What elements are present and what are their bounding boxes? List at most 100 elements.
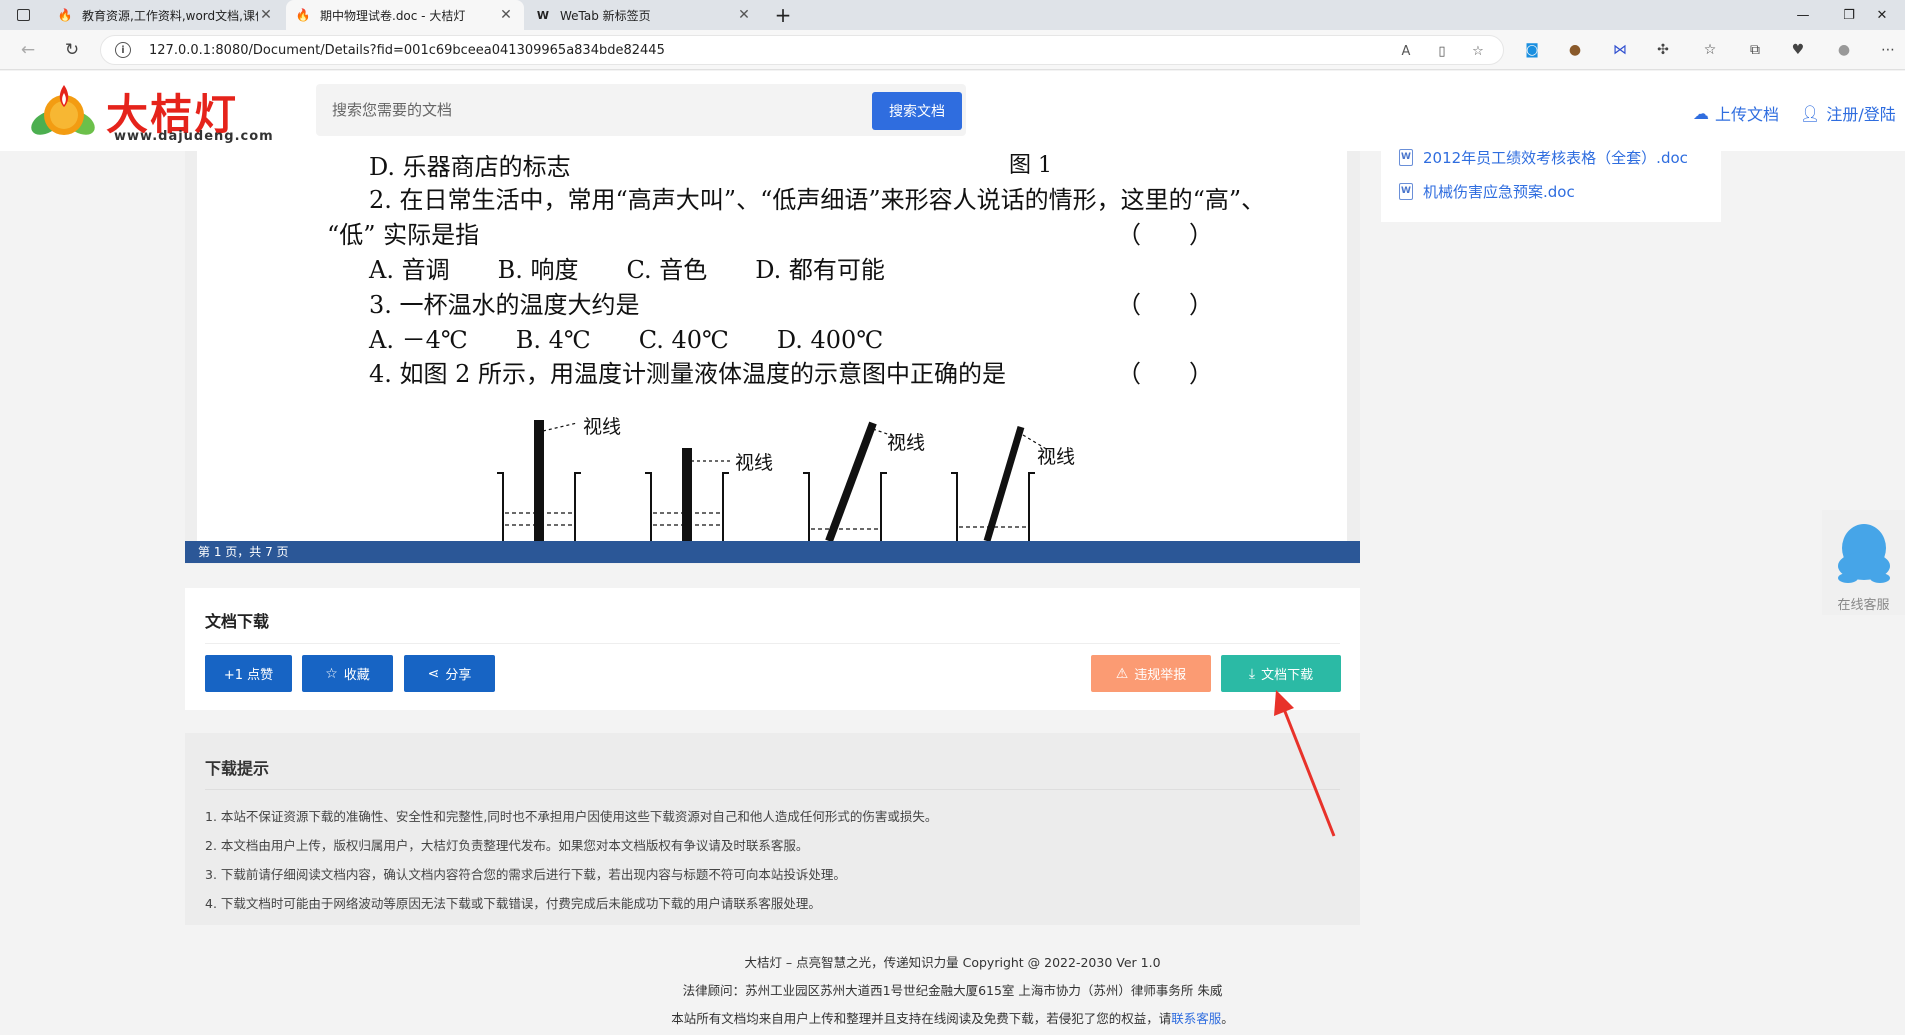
contact-service-link[interactable]: 联系客服 <box>1171 1011 1221 1026</box>
doc-line: “低” 实际是指 <box>327 221 480 249</box>
add-favorite-icon[interactable]: ☆ <box>1469 42 1487 60</box>
search-box: 搜索文档 <box>316 84 966 136</box>
close-icon[interactable]: ✕ <box>498 7 514 23</box>
login-link-label: 注册/登陆 <box>1826 105 1896 124</box>
related-docs-panel: W 2012年员工绩效考核表格（全套）.doc W 机械伤害应急预案.doc <box>1381 140 1721 222</box>
upload-link[interactable]: ☁ 上传文档 <box>1693 101 1779 125</box>
footer-legal: 法律顾问：苏州工业园区苏州大道西1号世纪金融大厦615室 上海市协力（苏州）律师… <box>682 983 1223 998</box>
reader-view-icon[interactable]: ▯ <box>1433 42 1451 60</box>
doc-line: A. 音调 B. 响度 C. 音色 D. 都有可能 <box>369 256 885 284</box>
footer-copyright: 大桔灯 – 点亮智慧之光，传递知识力量 Copyright @ 2022-203… <box>744 955 1161 970</box>
tab-actions-button[interactable] <box>0 0 46 30</box>
favicon-icon: 🔥 <box>295 8 311 22</box>
close-window-button[interactable]: ✕ <box>1859 0 1905 30</box>
doc-line: 4. 如图 2 所示，用温度计测量液体温度的示意图中正确的是 <box>369 360 1007 388</box>
site-header: 大桔灯 www.dajudeng.com 搜索文档 ☁ 上传文档 👤︎ 注册/登… <box>0 71 1905 151</box>
back-button[interactable]: ← <box>14 36 42 64</box>
doc-line: 3. 一杯温水的温度大约是 <box>369 291 640 319</box>
tab-title: 教育资源,工作资料,word文档,课件 <box>82 8 258 23</box>
share-button[interactable]: ⋖ 分享 <box>404 655 495 692</box>
performance-icon[interactable]: ♥ <box>1788 40 1808 60</box>
translate-extension-icon[interactable]: ◙ <box>1522 40 1542 60</box>
close-window-icon: ✕ <box>1876 7 1888 23</box>
online-service-label: 在线客服 <box>1837 598 1890 613</box>
tab-title: WeTab 新标签页 <box>560 8 651 23</box>
related-doc-item[interactable]: W 2012年员工绩效考核表格（全套）.doc <box>1399 146 1688 168</box>
diagram-label: 视线 <box>583 416 621 438</box>
tab-wetab[interactable]: W WeTab 新标签页 ✕ <box>526 0 762 30</box>
doc-line: D. 乐器商店的标志 <box>369 153 571 181</box>
thermometer-diagram: 视线 视线 视线 视线 <box>497 416 1075 541</box>
diagram-label: 视线 <box>735 452 773 474</box>
favorite-button[interactable]: ☆ 收藏 <box>302 655 393 692</box>
tip-item: 2. 本文档由用户上传，版权归属用户，大桔灯负责整理代发布。如果您对本文档版权有… <box>205 838 809 853</box>
page-indicator: 第 1 页，共 7 页 <box>185 541 1360 563</box>
doc-line: 图 1 <box>1009 153 1052 178</box>
extensions-icon[interactable]: ✣ <box>1653 40 1673 60</box>
url-text[interactable]: 127.0.0.1:8080/Document/Details?fid=001c… <box>149 43 665 58</box>
close-icon[interactable]: ✕ <box>258 7 274 23</box>
favorites-icon[interactable]: ☆ <box>1700 40 1720 60</box>
search-input[interactable] <box>316 84 866 136</box>
qq-penguin-icon <box>1838 524 1890 583</box>
divider <box>205 643 1340 644</box>
search-button[interactable]: 搜索文档 <box>872 92 962 130</box>
download-button-label: 文档下载 <box>1261 668 1314 683</box>
logo-url: www.dajudeng.com <box>114 129 274 144</box>
login-link[interactable]: 👤︎ 注册/登陆 <box>1800 101 1896 125</box>
warning-icon: ⚠ <box>1115 665 1129 682</box>
related-doc-item[interactable]: W 机械伤害应急预案.doc <box>1399 180 1575 202</box>
read-aloud-icon[interactable]: A <box>1397 42 1415 60</box>
tips-title: 下载提示 <box>205 759 270 778</box>
download-button[interactable]: ⤓ 文档下载 <box>1221 655 1341 692</box>
doc-line: 2. 在日常生活中，常用“高声大叫”、“低声细语”来形容人说话的情形，这里的“高… <box>369 186 1266 214</box>
share-button-label: 分享 <box>445 668 472 683</box>
divider <box>205 789 1340 790</box>
related-doc-title: 机械伤害应急预案.doc <box>1423 182 1575 201</box>
collections-icon[interactable]: ⧉ <box>1745 40 1765 60</box>
online-service-widget[interactable]: 在线客服 <box>1822 510 1905 615</box>
url-box[interactable]: i 127.0.0.1:8080/Document/Details?fid=00… <box>100 35 1504 65</box>
document-page[interactable]: D. 乐器商店的标志 图 1 2. 在日常生活中，常用“高声大叫”、“低声细语”… <box>197 151 1347 541</box>
lantern-logo-icon <box>31 85 95 135</box>
download-panel: 文档下载 +1 点赞 ☆ 收藏 ⋖ 分享 ⚠ 违规举报 ⤓ 文档下载 <box>185 588 1360 710</box>
download-tips-panel: 下载提示 1. 本站不保证资源下载的准确性、安全性和完整性,同时也不承担用户因使… <box>185 733 1360 925</box>
tip-item: 3. 下载前请仔细阅读文档内容，确认文档内容符合您的需求后进行下载，若出现内容与… <box>205 867 846 882</box>
like-button[interactable]: +1 点赞 <box>205 655 292 692</box>
more-menu-icon[interactable]: ⋯ <box>1878 40 1898 60</box>
info-icon[interactable]: i <box>115 42 131 58</box>
site-footer: 大桔灯 – 点亮智慧之光，传递知识力量 Copyright @ 2022-203… <box>0 935 1905 1035</box>
close-icon[interactable]: ✕ <box>736 7 752 23</box>
tab-physics-exam[interactable]: 🔥 期中物理试卷.doc - 大桔灯 ✕ <box>286 0 524 30</box>
doc-line: （ ） <box>1117 221 1213 249</box>
address-bar: ← ↻ i 127.0.0.1:8080/Document/Details?fi… <box>0 30 1905 70</box>
tab-education-resources[interactable]: 🔥 教育资源,工作资料,word文档,课件 ✕ <box>48 0 284 30</box>
refresh-button[interactable]: ↻ <box>58 36 86 64</box>
document-preview: D. 乐器商店的标志 图 1 2. 在日常生活中，常用“高声大叫”、“低声细语”… <box>185 151 1360 564</box>
minimize-button[interactable]: — <box>1780 0 1826 30</box>
report-button-label: 违规举报 <box>1134 668 1187 683</box>
tab-title: 期中物理试卷.doc - 大桔灯 <box>320 8 466 23</box>
site-logo[interactable]: 大桔灯 www.dajudeng.com <box>24 79 274 144</box>
footer-disclaimer-text: 本站所有文档均来自用户上传和整理并且支持在线阅读及免费下载，若侵犯了您的权益，请 <box>671 1011 1172 1026</box>
profile-avatar-icon[interactable]: ● <box>1834 40 1854 60</box>
upload-link-label: 上传文档 <box>1715 105 1780 124</box>
extension-icon[interactable]: ⋈ <box>1610 40 1630 60</box>
report-button[interactable]: ⚠ 违规举报 <box>1091 655 1211 692</box>
wetab-icon: W <box>536 8 550 22</box>
doc-line: （ ） <box>1117 291 1213 319</box>
like-button-label: +1 点赞 <box>223 668 274 683</box>
word-doc-icon: W <box>1399 148 1413 166</box>
favorite-button-label: 收藏 <box>343 668 370 683</box>
user-icon: 👤︎ <box>1800 103 1821 123</box>
share-icon: ⋖ <box>427 665 440 682</box>
annotation-arrow <box>1274 690 1336 837</box>
browser-tab-bar: 🔥 教育资源,工作资料,word文档,课件 ✕ 🔥 期中物理试卷.doc - 大… <box>0 0 1905 30</box>
minimize-icon: — <box>1796 7 1810 23</box>
footer-disclaimer: 本站所有文档均来自用户上传和整理并且支持在线阅读及免费下载，若侵犯了您的权益，请… <box>0 1008 1905 1027</box>
diagram-label: 视线 <box>887 432 925 454</box>
tip-item: 1. 本站不保证资源下载的准确性、安全性和完整性,同时也不承担用户因使用这些下载… <box>205 809 938 824</box>
cookie-extension-icon[interactable]: ● <box>1565 40 1585 60</box>
back-arrow-icon: ← <box>20 40 36 60</box>
new-tab-button[interactable]: + <box>766 0 800 30</box>
